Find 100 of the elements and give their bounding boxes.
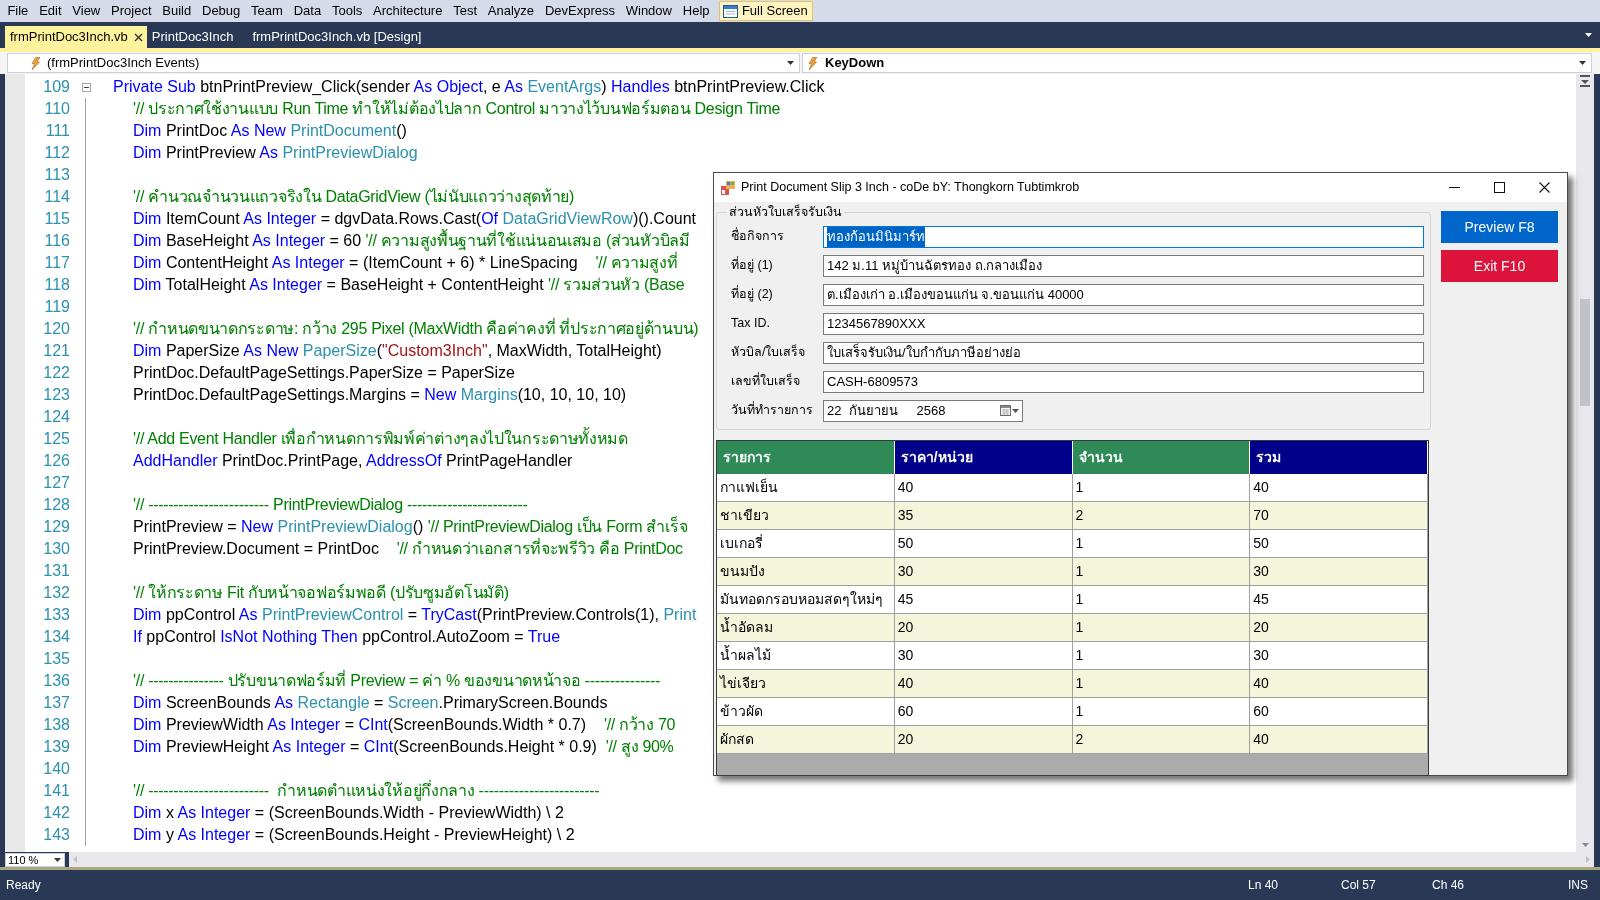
line-number: 133 (42, 605, 70, 625)
table-cell: 35 (894, 501, 1073, 530)
vertical-scrollbar[interactable] (1576, 74, 1594, 852)
table-cell: 1 (1072, 669, 1251, 698)
table-cell: 45 (894, 585, 1073, 614)
column-header[interactable]: รายการ (717, 440, 895, 474)
code-line: AddHandler PrintDoc.PrintPage, AddressOf PrintPageHandler (133, 451, 573, 471)
table-cell: 40 (1250, 725, 1428, 754)
tab[interactable]: PrintDoc3Inch (146, 26, 248, 48)
code-line: Dim ContentHeight As Integer = (ItemCount + 6) * LineSpacing '// ความสูงที่ (133, 252, 678, 274)
menu-item[interactable]: Team (245, 0, 289, 22)
field-label: ชื่อกิจการ (731, 227, 785, 246)
menu-item[interactable]: Build (156, 0, 197, 22)
line-number: 132 (42, 583, 70, 603)
code-line: Dim PrintPreview As PrintPreviewDialog (133, 143, 418, 163)
line-number: 123 (42, 385, 70, 405)
tab[interactable]: frmPrintDoc3Inch.vb [Design] (247, 26, 436, 48)
tab[interactable]: frmPrintDoc3Inch.vb (5, 26, 147, 48)
line-number: 120 (42, 319, 70, 339)
table-cell: 60 (894, 697, 1073, 726)
line-number: 131 (42, 561, 70, 581)
date-picker[interactable]: 22 กันยายน 2568 (823, 399, 1023, 422)
menu-item[interactable]: DevExpress (539, 0, 621, 22)
column-header[interactable]: จำนวน (1072, 440, 1251, 474)
caret-icon[interactable] (1585, 33, 1592, 37)
table-cell: 50 (894, 529, 1073, 558)
table-cell: มันทอดกรอบหอมสดๆใหม่ๆ (717, 585, 895, 614)
member-dropdown[interactable]: KeyDown (802, 53, 1592, 73)
splitter-icon[interactable] (1579, 74, 1591, 88)
type-dropdown[interactable]: (frmPrintDoc3Inch Events) (7, 53, 800, 73)
line-number: 118 (43, 275, 70, 295)
code-line: PrintPreview.Document = PrintDoc '// กำหนดว่าเอกสารที่จะพรีวิว คือ PrintDoc (133, 538, 683, 559)
table-cell: 1 (1072, 529, 1251, 558)
line-number: 138 (42, 715, 70, 735)
table-cell: กาแฟเย็น (717, 473, 895, 502)
menu-item[interactable]: File (2, 0, 34, 22)
line-number: 109 (42, 77, 70, 97)
line-number: 128 (42, 495, 70, 515)
line-number: 127 (42, 473, 70, 493)
menu-item[interactable]: Tools (326, 0, 368, 22)
table-cell: 40 (1250, 669, 1428, 698)
code-line: Dim ItemCount As Integer = dgvData.Rows.Cast(Of DataGridViewRow)().Count (133, 209, 697, 229)
table-cell: 40 (894, 669, 1073, 698)
text-field[interactable]: ต.เมืองเก่า อ.เมืองขอนแก่น จ.ขอนแก่น 40000 (823, 283, 1424, 306)
dialog-button[interactable]: Preview F8 (1441, 211, 1558, 243)
menu-item[interactable]: Debug (196, 0, 246, 22)
calendar-icon[interactable] (1000, 405, 1011, 417)
full-screen-button[interactable]: Full Screen (718, 1, 813, 21)
menu-item[interactable]: Project (105, 0, 157, 22)
menu-item[interactable]: Help (677, 0, 715, 22)
column-header[interactable]: ราคา/หน่วย (894, 440, 1073, 474)
code-line: Dim ScreenBounds As Rectangle = Screen.PrimaryScreen.Bounds (133, 693, 608, 713)
close-icon[interactable] (133, 32, 143, 42)
menu-item[interactable]: Analyze (482, 0, 540, 22)
code-line: '// ประกาศใช้งานแบบ Run Time ทำให้ไม่ต้องไปลาก Control มาวางไว้บนฟอร์มตอน Design Time (133, 98, 781, 119)
table-cell: ข้าวผัด (717, 697, 895, 726)
table-cell: 20 (1250, 613, 1428, 642)
caret-icon[interactable] (1012, 408, 1019, 413)
table-cell: 2 (1072, 725, 1251, 754)
code-line: PrintDoc.DefaultPageSettings.PaperSize = PaperSize (133, 363, 515, 383)
menu-item[interactable]: Test (447, 0, 483, 22)
code-line: Dim x As Integer = (ScreenBounds.Width - PreviewWidth) \ 2 (133, 803, 564, 823)
line-indicator: Ln 40 (1248, 877, 1279, 894)
close-icon[interactable] (1539, 182, 1550, 193)
code-line: '// กำหนดขนาดกระดาษ: กว้าง 295 Pixel (MaxWidth คือค่าคงที่ ที่ประกาศอยู่ด้านบน) (133, 318, 699, 340)
line-number: 112 (43, 143, 70, 163)
text-field[interactable]: CASH-6809573 (823, 370, 1424, 393)
maximize-icon[interactable] (1494, 182, 1505, 193)
text-field[interactable]: 142 ม.11 หมู่บ้านฉัตรทอง ถ.กลางเมือง (823, 254, 1424, 277)
line-number: 140 (42, 759, 70, 779)
table-cell: น้ำอัดลม (717, 613, 895, 642)
menu-item[interactable]: View (66, 0, 106, 22)
scrollbar-thumb[interactable] (1580, 299, 1590, 406)
text-field[interactable]: 1234567890XXX (823, 312, 1424, 335)
menu-item[interactable]: Window (620, 0, 678, 22)
code-line: Dim BaseHeight As Integer = 60 '// ความสูงพื้นฐานที่ใช้แน่นอนเสมอ (ส่วนหัวบิลมี (133, 230, 690, 252)
caret-icon (787, 61, 794, 65)
column-header[interactable]: รวม (1250, 440, 1428, 474)
line-number: 113 (43, 165, 70, 185)
line-number: 142 (42, 803, 70, 823)
line-number: 116 (43, 231, 70, 251)
line-number: 114 (43, 187, 70, 207)
menu-item[interactable]: Architecture (367, 0, 448, 22)
character-indicator: Ch 46 (1432, 877, 1465, 894)
menu-item[interactable]: Edit (33, 0, 67, 22)
menu-item[interactable]: Data (288, 0, 327, 22)
line-number: 125 (42, 429, 70, 449)
table-cell: ขนมปัง (717, 557, 895, 586)
zoom-dropdown[interactable]: 110 % (5, 852, 65, 867)
text-field[interactable]: ใบเสร็จรับเงิน/ใบกำกับภาษีอย่างย่อ (823, 341, 1424, 364)
text-field[interactable]: ทองก้อนมินิมาร์ท (823, 225, 1424, 248)
collapse-icon[interactable] (82, 82, 91, 92)
app-icon (721, 180, 735, 195)
code-line: '// ------------------------ กำหนดตำแหน่งให้อยู่กึ่งกลาง ------------------------ (133, 780, 600, 802)
dialog-button[interactable]: Exit F10 (1441, 250, 1558, 282)
code-line: Dim ppControl As PrintPreviewControl = TryCast(PrintPreview.Controls(1), Print (133, 605, 697, 625)
line-number: 115 (43, 209, 70, 229)
code-line: Dim PreviewWidth As Integer = CInt(ScreenBounds.Width * 0.7) '// กว้าง 70 (133, 715, 676, 735)
table-cell: 70 (1250, 501, 1428, 530)
table-cell: 1 (1072, 613, 1251, 642)
